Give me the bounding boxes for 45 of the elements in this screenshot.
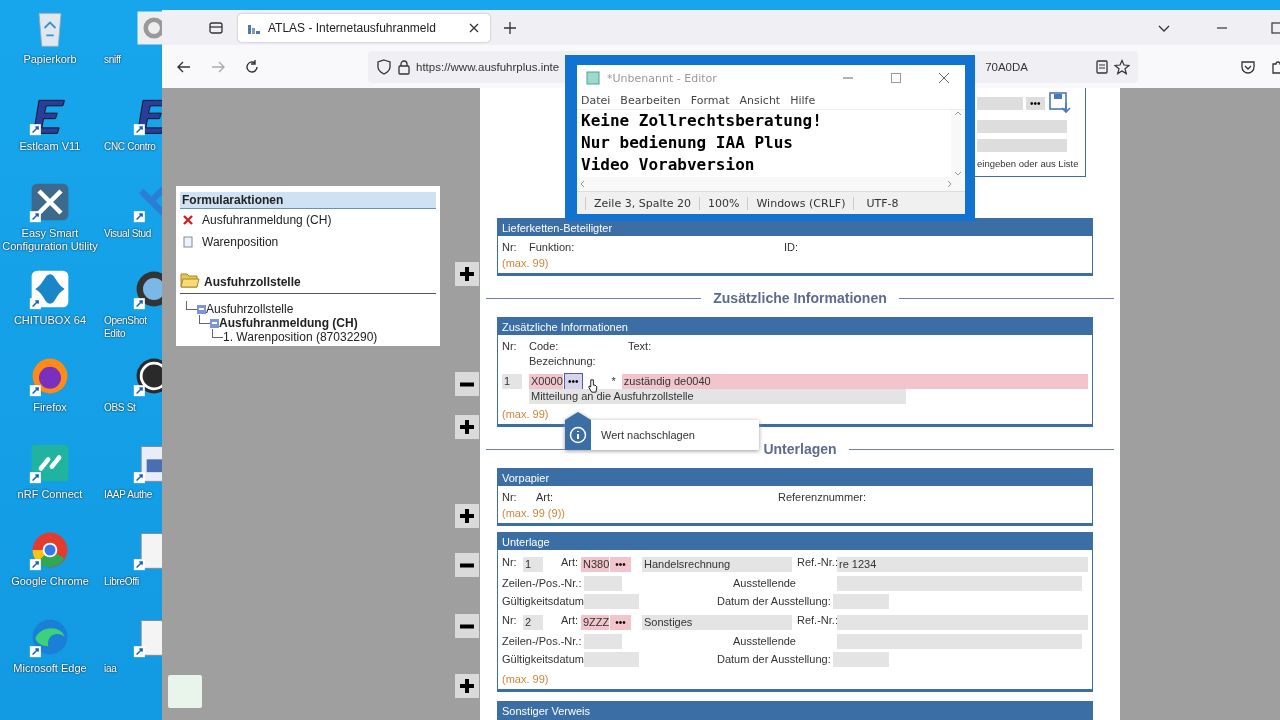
column-label: Art: — [536, 490, 555, 505]
column-label: Code: — [529, 339, 560, 354]
max-count-note: (max. 99) — [502, 407, 549, 422]
field-label: Nr: — [502, 555, 518, 570]
column-label: Nr: — [502, 339, 518, 354]
section-header: Zusätzliche Informationen — [498, 318, 1092, 335]
column-label: ID: — [784, 240, 800, 255]
status-text: Zeile 3, Spalte 20 — [585, 196, 699, 210]
max-count-note: (max. 99) — [502, 256, 549, 271]
field-label: Ausstellende — [733, 633, 797, 649]
column-label: Nr: — [502, 490, 518, 505]
panel-title: Formularaktionen — [180, 192, 436, 209]
field-label: Zeilen-/Pos.-Nr.: — [502, 633, 583, 649]
field-label: Ref.-Nr.: — [797, 555, 837, 570]
column-label: Nr: — [502, 240, 518, 255]
field-label: Zeilen-/Pos.-Nr.: — [502, 575, 583, 591]
required-mark: * — [611, 374, 616, 389]
hint-text: eingeben oder aus Liste — [977, 158, 1080, 169]
status-text: Windows (CRLF) — [747, 196, 854, 210]
status-text: UTF-8 — [853, 196, 907, 210]
field-label: Gültigkeitsdatum: — [502, 651, 584, 667]
max-count-note: (max. 99 (9)) — [502, 506, 565, 521]
field-label: Datum der Ausstellung: — [717, 593, 832, 609]
folder-title: Ausfuhrzollstelle — [204, 275, 301, 289]
section-header: Vorpapier — [498, 469, 1092, 486]
status-text: 100% — [699, 196, 748, 210]
section-header: Unterlage — [498, 533, 1092, 550]
column-label: Bezeichnung: — [529, 354, 596, 369]
section-header: Sonstiger Verweis — [498, 702, 1092, 719]
column-label: Referenznummer: — [778, 490, 868, 505]
field-label: Ausstellende — [733, 575, 797, 591]
column-label: Text: — [628, 339, 652, 354]
field-label: Datum der Ausstellung: — [717, 651, 832, 667]
tooltip: Wert nachschlagen — [565, 412, 759, 450]
max-count-note: (max. 99) — [502, 672, 549, 687]
field-label: Art: — [561, 555, 580, 570]
field-label: Ref.-Nr.: — [797, 613, 837, 628]
section-header: Lieferketten-Beteiligter — [498, 219, 1092, 236]
field-label: Art: — [561, 613, 580, 628]
field-label: Nr: — [502, 613, 518, 628]
field-label: Gültigkeitsdatum: — [502, 593, 584, 609]
window-title: *Unbenannt - Editor — [607, 71, 717, 85]
column-label: Funktion: — [529, 240, 576, 255]
section-heading: Zusätzliche Informationen — [713, 290, 887, 306]
section-heading: Unterlagen — [763, 441, 837, 457]
